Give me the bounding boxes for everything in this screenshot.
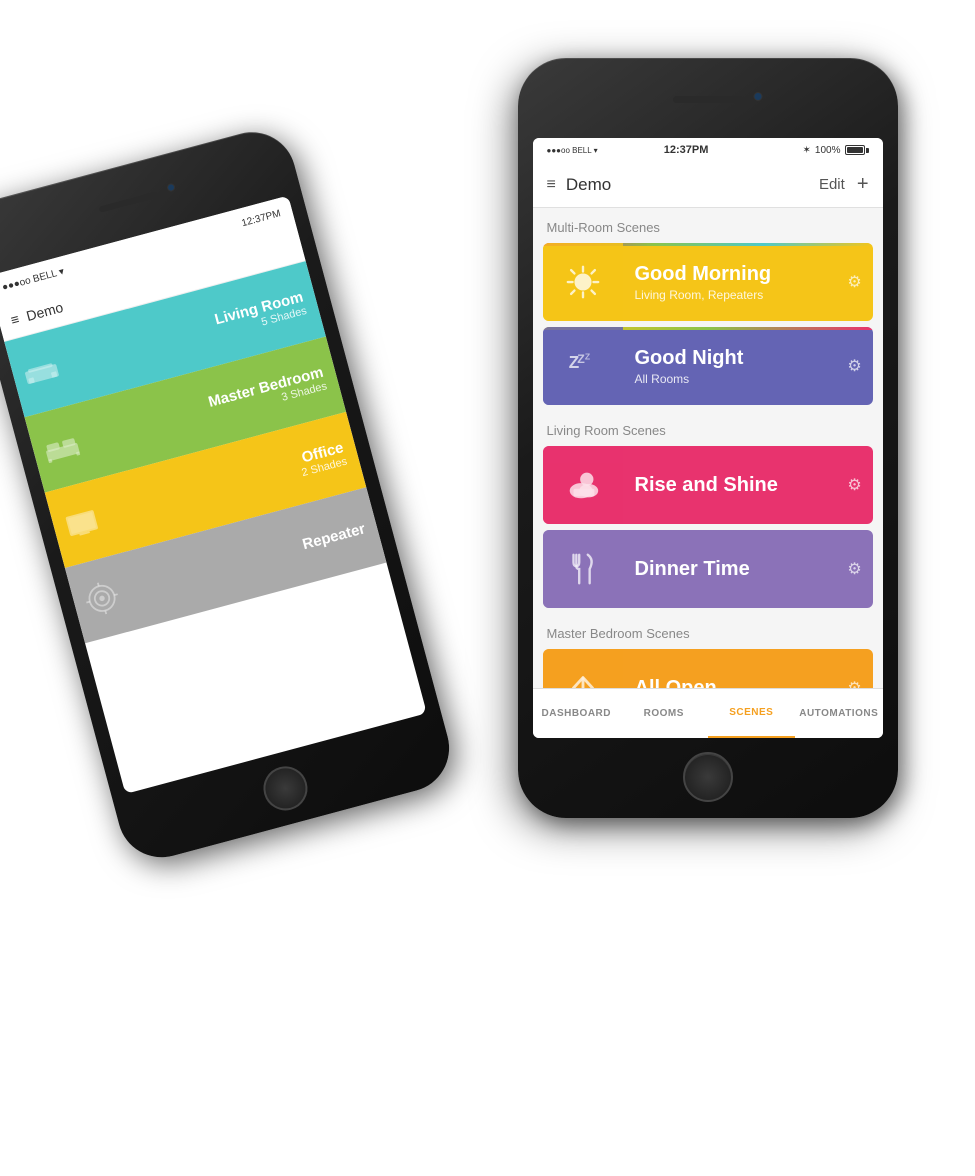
tab-dashboard-label: DASHBOARD	[542, 708, 612, 719]
front-phone-screen: ●●●oo BELL ▾ 12:37PM ✶ 100%	[533, 138, 883, 738]
scene-good-night-gear[interactable]: ⚙	[837, 327, 873, 405]
svg-text:Z: Z	[584, 351, 589, 361]
front-status-bar: ●●●oo BELL ▾ 12:37PM ✶ 100%	[533, 138, 883, 162]
back-menu-icon[interactable]: ≡	[8, 310, 20, 328]
scene-dinner-time-icon-area	[543, 530, 623, 608]
scene-all-open-gear[interactable]: ⚙	[837, 649, 873, 688]
back-room-bedroom-text: Master Bedroom 3 Shades	[206, 363, 328, 422]
zzz-icon: Z Z Z	[564, 347, 602, 385]
scene-good-morning-icon-area	[543, 243, 623, 321]
scene-rise-shine-gear[interactable]: ⚙	[837, 446, 873, 524]
back-room-living-icon	[11, 335, 71, 410]
scenes-content: Multi-Room Scenes	[533, 208, 883, 688]
tab-scenes[interactable]: SCENES	[708, 689, 796, 738]
scene-good-morning[interactable]: Good Morning Living Room, Repeaters ⚙	[543, 243, 873, 321]
main-container: ●●●oo BELL ▾ 12:37PM ≡ Demo	[38, 38, 938, 1138]
back-room-living-text: Living Room 5 Shades	[212, 288, 307, 340]
scene-good-night[interactable]: Z Z Z Good Night All Rooms ⚙	[543, 327, 873, 405]
tab-scenes-label: SCENES	[729, 707, 773, 718]
cloud-sun-icon	[564, 466, 602, 504]
scene-all-open-name: All Open	[635, 677, 825, 689]
scene-all-open[interactable]: All Open ⚙	[543, 649, 873, 688]
edit-button[interactable]: Edit	[819, 176, 845, 193]
add-button[interactable]: +	[857, 173, 869, 196]
scene-rise-shine-info: Rise and Shine	[623, 446, 837, 524]
back-phone: ●●●oo BELL ▾ 12:37PM ≡ Demo	[0, 122, 458, 867]
tab-dashboard[interactable]: DASHBOARD	[533, 689, 621, 738]
front-home-button[interactable]	[683, 752, 733, 802]
battery-percent: 100%	[815, 145, 841, 156]
scene-good-morning-info: Good Morning Living Room, Repeaters	[623, 243, 837, 321]
scene-good-morning-name: Good Morning	[635, 263, 825, 286]
scene-dinner-time-name: Dinner Time	[635, 558, 825, 581]
scene-rise-shine-icon-area	[543, 446, 623, 524]
front-speaker	[673, 96, 743, 103]
back-room-repeater-text: Repeater	[300, 520, 366, 553]
back-room-bedroom-icon	[31, 410, 91, 485]
back-app-title: Demo	[24, 298, 64, 323]
status-right: ✶ 100%	[803, 145, 869, 156]
scene-all-open-info: All Open	[623, 649, 837, 688]
section-multi-room: Multi-Room Scenes	[533, 208, 883, 243]
menu-icon[interactable]: ≡	[547, 176, 556, 194]
tab-rooms[interactable]: ROOMS	[620, 689, 708, 738]
battery-fill	[847, 147, 863, 153]
section-master-bedroom: Master Bedroom Scenes	[533, 614, 883, 649]
battery-icon	[845, 145, 869, 155]
back-time: 12:37PM	[240, 208, 282, 229]
scene-good-night-name: Good Night	[635, 347, 825, 370]
back-speaker	[98, 191, 158, 212]
back-room-repeater-name: Repeater	[300, 520, 366, 553]
scene-good-morning-subtitle: Living Room, Repeaters	[635, 288, 825, 302]
fork-knife-icon	[564, 550, 602, 588]
scene-good-morning-gear[interactable]: ⚙	[837, 243, 873, 321]
tab-bar: DASHBOARD ROOMS SCENES AUTOMATIONS	[533, 688, 883, 738]
front-phone-shell: ●●●oo BELL ▾ 12:37PM ✶ 100%	[518, 58, 898, 818]
back-phone-screen: ●●●oo BELL ▾ 12:37PM ≡ Demo	[0, 195, 426, 793]
scene-good-night-subtitle: All Rooms	[635, 372, 825, 386]
bluetooth-icon: ✶	[803, 145, 811, 156]
back-room-repeater-icon	[72, 561, 132, 636]
back-room-office-text: Office 2 Shades	[295, 439, 347, 479]
scene-rise-shine-name: Rise and Shine	[635, 474, 825, 497]
header-left: ≡ Demo	[547, 175, 612, 195]
back-home-button[interactable]	[258, 761, 312, 815]
status-left: ●●●oo BELL ▾	[547, 146, 570, 155]
back-camera	[166, 183, 176, 193]
scene-dinner-time-gear[interactable]: ⚙	[837, 530, 873, 608]
front-camera	[753, 92, 762, 101]
tab-rooms-label: ROOMS	[644, 708, 684, 719]
scene-rise-shine[interactable]: Rise and Shine ⚙	[543, 446, 873, 524]
arrow-up-icon	[564, 669, 602, 688]
back-room-office-icon	[52, 485, 112, 560]
scene-dinner-time-info: Dinner Time	[623, 530, 837, 608]
scene-all-open-icon-area	[543, 649, 623, 688]
signal-dots: ●●●oo BELL ▾	[547, 146, 598, 155]
front-phone: ●●●oo BELL ▾ 12:37PM ✶ 100%	[518, 58, 898, 818]
app-title: Demo	[566, 175, 611, 195]
scene-dinner-time[interactable]: Dinner Time ⚙	[543, 530, 873, 608]
sun-icon	[564, 263, 602, 301]
battery-body	[845, 145, 865, 155]
section-living-room: Living Room Scenes	[533, 411, 883, 446]
header-right: Edit +	[819, 173, 869, 196]
tab-automations-label: AUTOMATIONS	[799, 708, 878, 719]
scene-good-night-icon-area: Z Z Z	[543, 327, 623, 405]
back-phone-shell: ●●●oo BELL ▾ 12:37PM ≡ Demo	[0, 122, 458, 867]
battery-tip	[866, 148, 869, 153]
front-app-header: ≡ Demo Edit +	[533, 162, 883, 208]
status-time: 12:37PM	[664, 144, 709, 156]
tab-automations[interactable]: AUTOMATIONS	[795, 689, 883, 738]
scene-good-night-info: Good Night All Rooms	[623, 327, 837, 405]
